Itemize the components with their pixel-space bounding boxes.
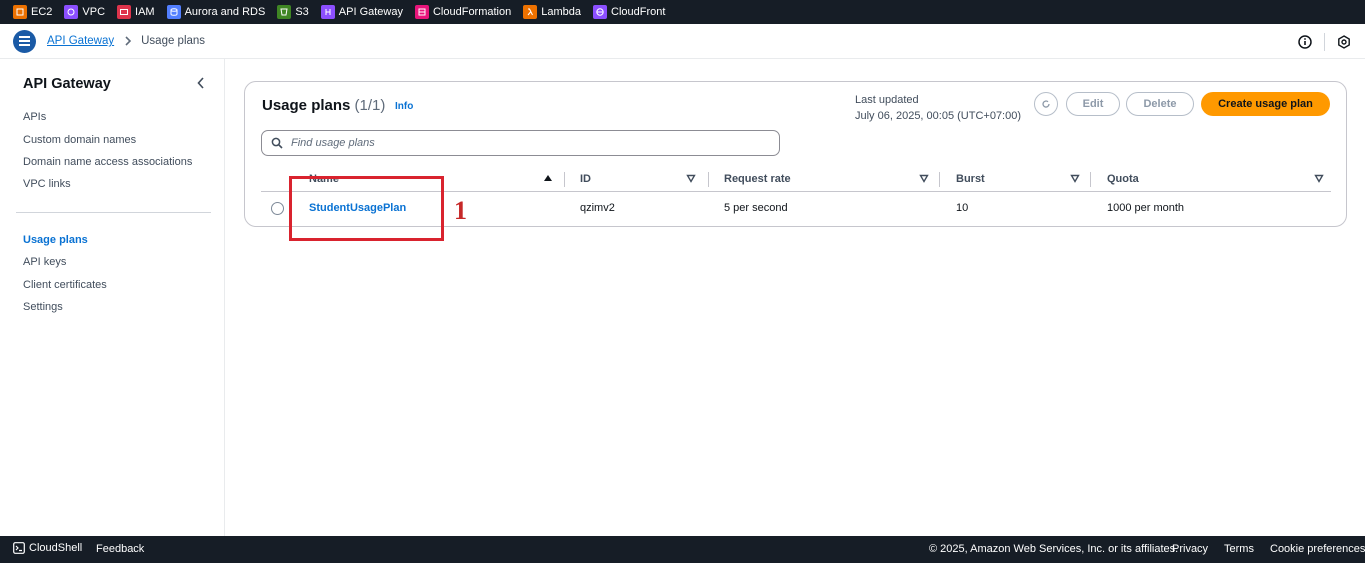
breadcrumb-current: Usage plans (141, 35, 206, 47)
sidebar-item-custom-domain-names[interactable]: Custom domain names (23, 134, 136, 146)
column-divider (1090, 172, 1091, 187)
favorite-label: Aurora and RDS (184, 6, 266, 18)
favorite-label: CloudFront (611, 6, 666, 18)
favorite-api-gateway[interactable]: API Gateway (320, 5, 403, 19)
side-navigation: API Gateway APIs Custom domain names Dom… (0, 59, 225, 536)
favorite-vpc[interactable]: VPC (64, 5, 105, 19)
cloudformation-icon (414, 5, 429, 19)
favorite-label: EC2 (31, 6, 53, 18)
favorite-s3[interactable]: S3 (277, 5, 309, 19)
search-input[interactable] (291, 137, 771, 149)
info-circle-icon[interactable] (1296, 33, 1314, 51)
sort-ascending-icon[interactable] (543, 173, 553, 183)
collapse-sidebar-icon[interactable] (194, 76, 208, 90)
annotation-step-number: 1 (454, 196, 467, 225)
search-icon (271, 137, 283, 149)
sidebar-item-usage-plans[interactable]: Usage plans (23, 234, 88, 246)
delete-button[interactable]: Delete (1126, 92, 1194, 116)
breadcrumb-api-gateway[interactable]: API Gateway (47, 35, 114, 47)
privacy-link[interactable]: Privacy (1172, 543, 1208, 555)
page-title: Usage plans (1/1) (262, 97, 385, 114)
create-usage-plan-button[interactable]: Create usage plan (1201, 92, 1330, 116)
rds-icon (166, 5, 181, 19)
last-updated-label: Last updated (855, 94, 919, 106)
edit-button[interactable]: Edit (1066, 92, 1120, 116)
favorite-label: VPC (82, 6, 106, 18)
column-divider (708, 172, 709, 187)
item-count: (1/1) (354, 97, 386, 114)
favorite-label: CloudFormation (432, 6, 512, 18)
vpc-icon (64, 5, 79, 19)
sidebar-item-domain-name-access-associations[interactable]: Domain name access associations (23, 156, 192, 168)
sort-icon[interactable] (1314, 173, 1324, 183)
refresh-icon (1042, 100, 1050, 108)
cookie-preferences-link[interactable]: Cookie preferences (1270, 543, 1365, 555)
favorite-label: API Gateway (338, 6, 403, 18)
menu-icon (19, 40, 30, 42)
sidebar-item-vpc-links[interactable]: VPC links (23, 178, 71, 190)
favorite-lambda[interactable]: Lambda (523, 5, 581, 19)
annotation-highlight-box (289, 176, 444, 241)
main-content: Usage plans (1/1) Info Last updated July… (226, 59, 1365, 536)
favorite-iam[interactable]: IAM (117, 5, 155, 19)
favorites-bar: EC2 VPC IAM Aurora and RDS S3 API Gatewa… (0, 0, 1365, 24)
chevron-right-icon (124, 36, 132, 46)
search-box (261, 130, 780, 156)
sort-icon[interactable] (686, 173, 696, 183)
sort-icon[interactable] (1070, 173, 1080, 183)
row-select-radio[interactable] (271, 202, 284, 215)
column-header-request-rate[interactable]: Request rate (724, 166, 791, 192)
cloudshell-button[interactable]: CloudShell (13, 542, 82, 554)
column-divider (564, 172, 565, 187)
feedback-link[interactable]: Feedback (96, 543, 144, 555)
sidebar-divider (16, 212, 211, 213)
favorite-ec2[interactable]: EC2 (13, 5, 52, 19)
top-right-tools (1296, 24, 1353, 59)
info-link[interactable]: Info (395, 101, 413, 112)
terms-link[interactable]: Terms (1224, 543, 1254, 555)
last-updated-timestamp: July 06, 2025, 00:05 (UTC+07:00) (855, 110, 1022, 122)
s3-icon (277, 5, 292, 19)
api-gateway-icon (320, 5, 335, 19)
sidebar-item-client-certificates[interactable]: Client certificates (23, 279, 107, 291)
column-header-burst[interactable]: Burst (956, 166, 985, 192)
settings-hexagon-icon[interactable] (1335, 33, 1353, 51)
sidebar-item-settings[interactable]: Settings (23, 301, 63, 313)
favorite-label: S3 (295, 6, 309, 18)
hamburger-menu-button[interactable] (13, 29, 36, 53)
toolbar-divider (1324, 32, 1325, 51)
cloudfront-icon (593, 5, 608, 19)
sidebar-item-apis[interactable]: APIs (23, 111, 46, 123)
sidebar-title: API Gateway (23, 76, 111, 92)
column-header-quota[interactable]: Quota (1107, 166, 1139, 192)
usage-plan-request-rate: 5 per second (724, 202, 788, 214)
favorite-cloudformation[interactable]: CloudFormation (414, 5, 512, 19)
terminal-icon (13, 542, 25, 554)
column-divider (939, 172, 940, 187)
favorite-cloudfront[interactable]: CloudFront (593, 5, 665, 19)
column-header-id[interactable]: ID (580, 166, 591, 192)
page-title-text: Usage plans (262, 97, 351, 114)
usage-plan-quota: 1000 per month (1107, 202, 1185, 214)
breadcrumb-bar: API Gateway Usage plans (0, 24, 1365, 59)
ec2-icon (13, 5, 27, 19)
iam-icon (117, 5, 132, 19)
favorite-rds[interactable]: Aurora and RDS (166, 5, 266, 19)
refresh-button[interactable] (1034, 92, 1058, 116)
sidebar-item-api-keys[interactable]: API keys (23, 256, 66, 268)
footer-bar: CloudShell Feedback © 2025, Amazon Web S… (0, 536, 1365, 563)
favorite-label: IAM (135, 6, 155, 18)
usage-plan-burst: 10 (956, 202, 969, 214)
copyright-text: © 2025, Amazon Web Services, Inc. or its… (929, 543, 1179, 555)
sort-icon[interactable] (919, 173, 929, 183)
lambda-icon (523, 5, 538, 19)
cloudshell-label: CloudShell (29, 542, 83, 554)
usage-plan-id: qzimv2 (580, 202, 615, 214)
favorite-label: Lambda (541, 6, 582, 18)
